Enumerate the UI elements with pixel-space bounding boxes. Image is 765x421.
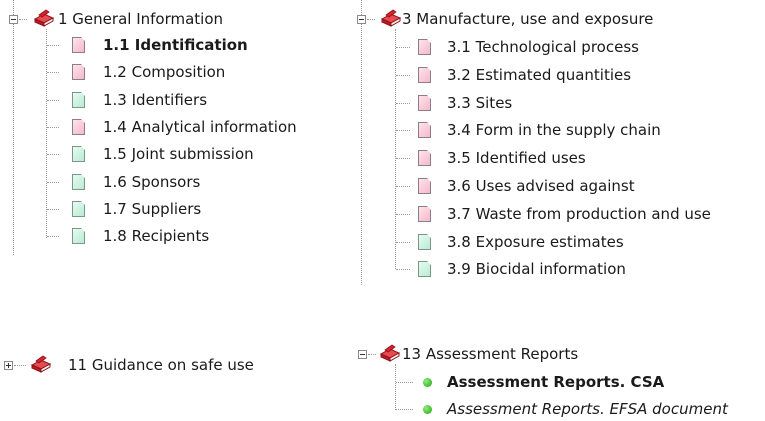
group-title[interactable]: 1 General Information — [58, 10, 223, 28]
green-document-icon — [72, 146, 85, 163]
pink-document-icon — [418, 39, 431, 55]
tree-item-label: 1.4 Analytical information — [103, 117, 297, 136]
green-document-icon — [72, 228, 85, 245]
tree-item-label: 1.8 Recipients — [103, 227, 210, 246]
red-book-icon — [30, 355, 52, 373]
tree-item-label: 3.8 Exposure estimates — [447, 232, 624, 251]
tree-item-label: 3.9 Biocidal information — [447, 260, 626, 279]
tree-connector-line — [13, 0, 14, 255]
pink-document-icon — [418, 66, 431, 83]
green-dot-icon — [423, 405, 432, 414]
pink-document-icon — [418, 94, 431, 111]
tree-item-label: Assessment Reports. EFSA document — [447, 400, 728, 418]
tree-item-label: 1.2 Composition — [103, 63, 226, 82]
tree-connector-line — [361, 0, 362, 285]
pink-document-icon — [72, 64, 85, 81]
tree-item-label: 1.6 Sponsors — [103, 172, 201, 191]
tree-item-label: 3.2 Estimated quantities — [447, 65, 632, 84]
green-document-icon — [418, 233, 431, 250]
red-book-icon — [33, 9, 55, 27]
section-tree-view: { "groups": { "g1": { "title": "1 Genera… — [0, 0, 765, 421]
group-title[interactable]: 11 Guidance on safe use — [68, 356, 254, 374]
green-document-icon — [418, 261, 431, 278]
collapse-toggle-icon[interactable] — [358, 350, 367, 359]
collapse-toggle-icon[interactable] — [9, 15, 18, 24]
tree-item-label: 3.1 Technological process — [447, 38, 639, 56]
tree-item-label: 1.1 Identification — [103, 36, 248, 54]
tree-item-label: Assessment Reports. CSA — [447, 373, 665, 391]
green-document-icon — [72, 173, 85, 190]
green-document-icon — [72, 91, 85, 108]
tree-item-label: 1.3 Identifiers — [103, 90, 208, 109]
tree-item-label: 1.7 Suppliers — [103, 199, 202, 218]
pink-document-icon — [72, 118, 85, 135]
green-document-icon — [72, 200, 85, 217]
tree-item-label: 3.4 Form in the supply chain — [447, 121, 661, 140]
tree-item-label: 3.5 Identified uses — [447, 149, 586, 168]
pink-document-icon — [418, 178, 431, 194]
collapse-toggle-icon[interactable] — [357, 15, 366, 24]
red-book-icon — [379, 344, 401, 362]
tree-item-label: 1.5 Joint submission — [103, 145, 254, 164]
pink-document-icon — [72, 37, 85, 53]
red-book-icon — [380, 9, 402, 27]
expand-toggle-icon[interactable] — [4, 361, 13, 370]
tree-item-label: 3.7 Waste from production and use — [447, 204, 711, 223]
pink-document-icon — [418, 205, 431, 222]
tree-item-label: 3.3 Sites — [447, 93, 513, 112]
group-title[interactable]: 13 Assessment Reports — [402, 345, 578, 363]
group-title[interactable]: 3 Manufacture, use and exposure — [402, 10, 653, 28]
pink-document-icon — [418, 150, 431, 167]
green-dot-icon — [423, 378, 432, 387]
pink-document-icon — [418, 122, 431, 139]
tree-item-label: 3.6 Uses advised against — [447, 177, 635, 195]
